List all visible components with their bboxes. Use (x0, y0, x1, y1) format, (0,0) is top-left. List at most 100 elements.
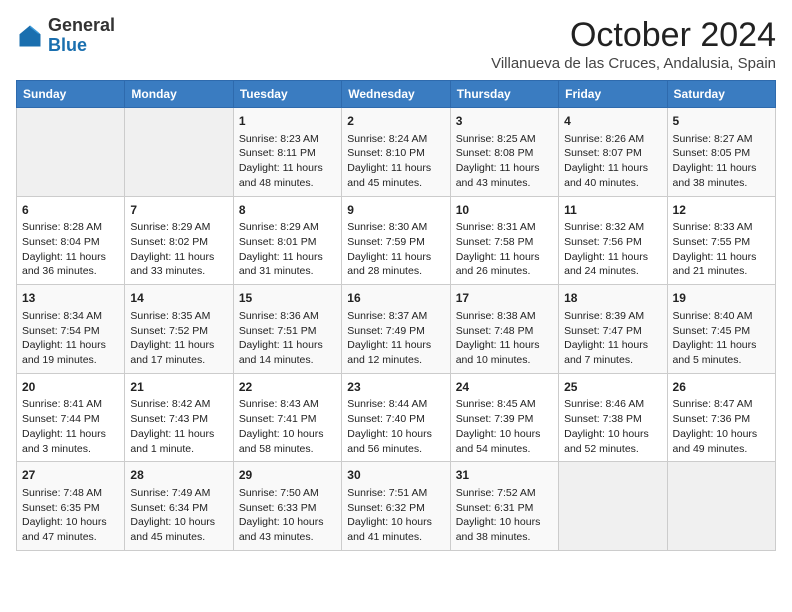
calendar-cell (559, 462, 667, 551)
day-info: Sunrise: 8:41 AM Sunset: 7:44 PM Dayligh… (22, 397, 119, 456)
calendar-cell: 14 Sunrise: 8:35 AM Sunset: 7:52 PM Dayli… (125, 285, 233, 374)
logo-text: General Blue (48, 16, 115, 56)
calendar-cell: 7Sunrise: 8:29 AM Sunset: 8:02 PM Daylig… (125, 196, 233, 285)
calendar-cell (17, 108, 125, 197)
calendar-cell: 26Sunrise: 8:47 AM Sunset: 7:36 PM Dayli… (667, 373, 775, 462)
day-number: 9 (347, 202, 444, 219)
day-info: Sunrise: 7:50 AM Sunset: 6:33 PM Dayligh… (239, 486, 336, 545)
calendar-cell: 13Sunrise: 8:34 AM Sunset: 7:54 PM Dayli… (17, 285, 125, 374)
calendar-cell: 16 Sunrise: 8:37 AM Sunset: 7:49 PM Dayli… (342, 285, 450, 374)
day-number: 2 (347, 113, 444, 130)
calendar-cell: 21Sunrise: 8:42 AM Sunset: 7:43 PM Dayli… (125, 373, 233, 462)
header-thursday: Thursday (450, 81, 558, 108)
header-wednesday: Wednesday (342, 81, 450, 108)
day-info: Sunrise: 8:26 AM Sunset: 8:07 PM Dayligh… (564, 132, 661, 191)
day-info: Sunrise: 8:42 AM Sunset: 7:43 PM Dayligh… (130, 397, 227, 456)
day-number: 24 (456, 379, 553, 396)
day-info: Sunrise: 8:37 AM Sunset: 7:49 PM Dayligh… (347, 309, 444, 368)
header-friday: Friday (559, 81, 667, 108)
day-info: Sunrise: 8:24 AM Sunset: 8:10 PM Dayligh… (347, 132, 444, 191)
day-number: 1 (239, 113, 336, 130)
calendar-cell: 8Sunrise: 8:29 AM Sunset: 8:01 PM Daylig… (233, 196, 341, 285)
day-info: Sunrise: 8:38 AM Sunset: 7:48 PM Dayligh… (456, 309, 553, 368)
calendar-cell: 27 Sunrise: 7:48 AM Sunset: 6:35 PM Dayli… (17, 462, 125, 551)
header-sunday: Sunday (17, 81, 125, 108)
day-info: Sunrise: 8:40 AM Sunset: 7:45 PM Dayligh… (673, 309, 770, 368)
logo-icon (16, 22, 44, 50)
calendar-cell: 2 Sunrise: 8:24 AM Sunset: 8:10 PM Daylig… (342, 108, 450, 197)
day-number: 21 (130, 379, 227, 396)
day-number: 12 (673, 202, 770, 219)
calendar-cell: 12Sunrise: 8:33 AM Sunset: 7:55 PM Dayli… (667, 196, 775, 285)
day-number: 26 (673, 379, 770, 396)
day-number: 17 (456, 290, 553, 307)
header-tuesday: Tuesday (233, 81, 341, 108)
week-row-2: 13Sunrise: 8:34 AM Sunset: 7:54 PM Dayli… (17, 285, 776, 374)
calendar-cell: 25Sunrise: 8:46 AM Sunset: 7:38 PM Dayli… (559, 373, 667, 462)
day-number: 6 (22, 202, 119, 219)
day-info: Sunrise: 8:35 AM Sunset: 7:52 PM Dayligh… (130, 309, 227, 368)
week-row-1: 6Sunrise: 8:28 AM Sunset: 8:04 PM Daylig… (17, 196, 776, 285)
day-number: 3 (456, 113, 553, 130)
day-info: Sunrise: 8:36 AM Sunset: 7:51 PM Dayligh… (239, 309, 336, 368)
calendar-table: SundayMondayTuesdayWednesdayThursdayFrid… (16, 80, 776, 551)
logo-blue: Blue (48, 36, 115, 56)
calendar-cell: 19 Sunrise: 8:40 AM Sunset: 7:45 PM Dayli… (667, 285, 775, 374)
day-info: Sunrise: 8:23 AM Sunset: 8:11 PM Dayligh… (239, 132, 336, 191)
calendar-cell: 31 Sunrise: 7:52 AM Sunset: 6:31 PM Dayli… (450, 462, 558, 551)
day-number: 18 (564, 290, 661, 307)
calendar-cell: 1 Sunrise: 8:23 AM Sunset: 8:11 PM Daylig… (233, 108, 341, 197)
day-number: 8 (239, 202, 336, 219)
day-number: 14 (130, 290, 227, 307)
calendar-cell: 23Sunrise: 8:44 AM Sunset: 7:40 PM Dayli… (342, 373, 450, 462)
day-info: Sunrise: 7:49 AM Sunset: 6:34 PM Dayligh… (130, 486, 227, 545)
calendar-cell: 28 Sunrise: 7:49 AM Sunset: 6:34 PM Dayli… (125, 462, 233, 551)
day-info: Sunrise: 8:44 AM Sunset: 7:40 PM Dayligh… (347, 397, 444, 456)
day-number: 16 (347, 290, 444, 307)
day-info: Sunrise: 8:27 AM Sunset: 8:05 PM Dayligh… (673, 132, 770, 191)
title-block: October 2024 Villanueva de las Cruces, A… (491, 16, 776, 72)
day-info: Sunrise: 8:34 AM Sunset: 7:54 PM Dayligh… (22, 309, 119, 368)
day-number: 31 (456, 467, 553, 484)
calendar-cell: 18Sunrise: 8:39 AM Sunset: 7:47 PM Dayli… (559, 285, 667, 374)
week-row-0: 1 Sunrise: 8:23 AM Sunset: 8:11 PM Daylig… (17, 108, 776, 197)
calendar-cell: 20Sunrise: 8:41 AM Sunset: 7:44 PM Dayli… (17, 373, 125, 462)
calendar-cell: 5Sunrise: 8:27 AM Sunset: 8:05 PM Daylig… (667, 108, 775, 197)
day-info: Sunrise: 8:46 AM Sunset: 7:38 PM Dayligh… (564, 397, 661, 456)
day-number: 7 (130, 202, 227, 219)
calendar-cell: 6Sunrise: 8:28 AM Sunset: 8:04 PM Daylig… (17, 196, 125, 285)
day-info: Sunrise: 7:52 AM Sunset: 6:31 PM Dayligh… (456, 486, 553, 545)
day-info: Sunrise: 8:32 AM Sunset: 7:56 PM Dayligh… (564, 220, 661, 279)
day-info: Sunrise: 8:29 AM Sunset: 8:02 PM Dayligh… (130, 220, 227, 279)
day-number: 27 (22, 467, 119, 484)
calendar-header-row: SundayMondayTuesdayWednesdayThursdayFrid… (17, 81, 776, 108)
calendar-cell: 29Sunrise: 7:50 AM Sunset: 6:33 PM Dayli… (233, 462, 341, 551)
month-title: October 2024 (491, 16, 776, 55)
day-info: Sunrise: 8:29 AM Sunset: 8:01 PM Dayligh… (239, 220, 336, 279)
calendar-cell: 17 Sunrise: 8:38 AM Sunset: 7:48 PM Dayli… (450, 285, 558, 374)
day-number: 30 (347, 467, 444, 484)
week-row-3: 20Sunrise: 8:41 AM Sunset: 7:44 PM Dayli… (17, 373, 776, 462)
day-info: Sunrise: 7:48 AM Sunset: 6:35 PM Dayligh… (22, 486, 119, 545)
calendar-cell: 24Sunrise: 8:45 AM Sunset: 7:39 PM Dayli… (450, 373, 558, 462)
day-number: 11 (564, 202, 661, 219)
day-info: Sunrise: 8:28 AM Sunset: 8:04 PM Dayligh… (22, 220, 119, 279)
day-info: Sunrise: 8:30 AM Sunset: 7:59 PM Dayligh… (347, 220, 444, 279)
calendar-cell: 3Sunrise: 8:25 AM Sunset: 8:08 PM Daylig… (450, 108, 558, 197)
location-title: Villanueva de las Cruces, Andalusia, Spa… (491, 55, 776, 72)
day-number: 25 (564, 379, 661, 396)
day-number: 20 (22, 379, 119, 396)
day-info: Sunrise: 8:31 AM Sunset: 7:58 PM Dayligh… (456, 220, 553, 279)
calendar-cell: 9Sunrise: 8:30 AM Sunset: 7:59 PM Daylig… (342, 196, 450, 285)
header-monday: Monday (125, 81, 233, 108)
day-number: 4 (564, 113, 661, 130)
logo-general: General (48, 16, 115, 36)
page-header: General Blue October 2024 Villanueva de … (16, 16, 776, 72)
day-number: 22 (239, 379, 336, 396)
day-number: 19 (673, 290, 770, 307)
calendar-cell: 11Sunrise: 8:32 AM Sunset: 7:56 PM Dayli… (559, 196, 667, 285)
calendar-cell: 30Sunrise: 7:51 AM Sunset: 6:32 PM Dayli… (342, 462, 450, 551)
calendar-cell: 10Sunrise: 8:31 AM Sunset: 7:58 PM Dayli… (450, 196, 558, 285)
day-number: 28 (130, 467, 227, 484)
day-info: Sunrise: 8:45 AM Sunset: 7:39 PM Dayligh… (456, 397, 553, 456)
